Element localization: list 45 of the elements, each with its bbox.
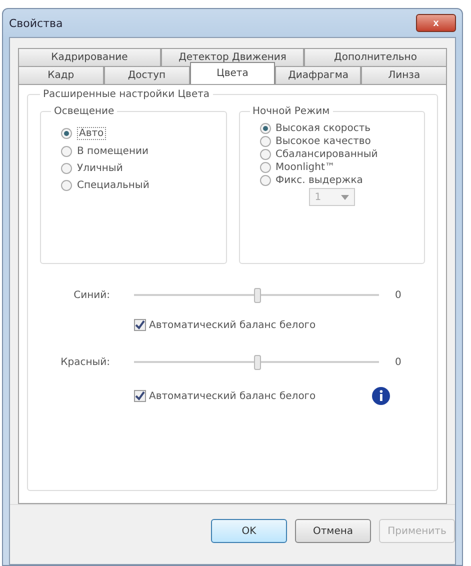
dialog-button[interactable]: Отмена xyxy=(295,519,371,543)
tab[interactable]: Кадр xyxy=(18,66,104,84)
radio-option[interactable]: Фикс. выдержка xyxy=(260,175,414,186)
radio-icon[interactable] xyxy=(260,136,270,147)
slider-label: Синий: xyxy=(72,290,110,301)
tab[interactable]: Дополнительно xyxy=(304,48,447,66)
radio-option[interactable]: Высокое качество xyxy=(260,136,414,147)
slider-thumb[interactable] xyxy=(254,355,260,370)
checkbox[interactable] xyxy=(134,390,146,402)
radio-icon[interactable] xyxy=(260,123,270,134)
tab[interactable]: Линза xyxy=(361,66,447,84)
radio-option[interactable]: Уличный xyxy=(61,163,216,174)
radio-option[interactable]: Авто xyxy=(61,127,216,140)
radio-option[interactable]: Высокая скорость xyxy=(260,123,414,134)
group-title: Расширенные настройки Цвета xyxy=(42,89,211,100)
caret-icon xyxy=(340,194,349,200)
window-title: Свойства xyxy=(9,16,63,30)
tab[interactable]: Диафрагма xyxy=(275,66,362,84)
tab[interactable]: Цвета xyxy=(190,62,276,84)
radio-icon[interactable] xyxy=(260,175,270,186)
radio-option[interactable]: Сбалансированный xyxy=(260,149,414,160)
radio-option[interactable]: Специальный xyxy=(61,180,216,191)
check-icon xyxy=(135,391,145,401)
checkbox-option[interactable]: Автоматический баланс белого xyxy=(134,319,316,331)
slider-label: Красный: xyxy=(60,357,110,368)
tab[interactable]: Доступ xyxy=(104,66,190,84)
slider-thumb[interactable] xyxy=(254,288,260,303)
radio-option[interactable]: Moonlight™ xyxy=(260,162,414,173)
radio-icon[interactable] xyxy=(61,180,72,191)
checkbox-option[interactable]: Автоматический баланс белого xyxy=(134,390,316,402)
slider-value: 0 xyxy=(395,290,402,301)
info-icon[interactable] xyxy=(370,386,391,406)
check-icon xyxy=(135,320,145,330)
group-title: Освещение xyxy=(53,106,116,117)
radio-icon[interactable] xyxy=(61,128,72,139)
radio-icon[interactable] xyxy=(260,162,270,173)
radio-icon[interactable] xyxy=(61,163,72,174)
radio-option[interactable]: В помещении xyxy=(61,146,216,157)
radio-icon[interactable] xyxy=(61,146,72,157)
checkbox[interactable] xyxy=(134,319,146,331)
tab[interactable]: Кадрирование xyxy=(18,48,161,66)
group-title: Ночной Режим xyxy=(252,106,331,117)
slider-value: 0 xyxy=(395,357,402,368)
dialog-button[interactable]: OK xyxy=(211,519,287,543)
radio-icon[interactable] xyxy=(260,149,270,160)
